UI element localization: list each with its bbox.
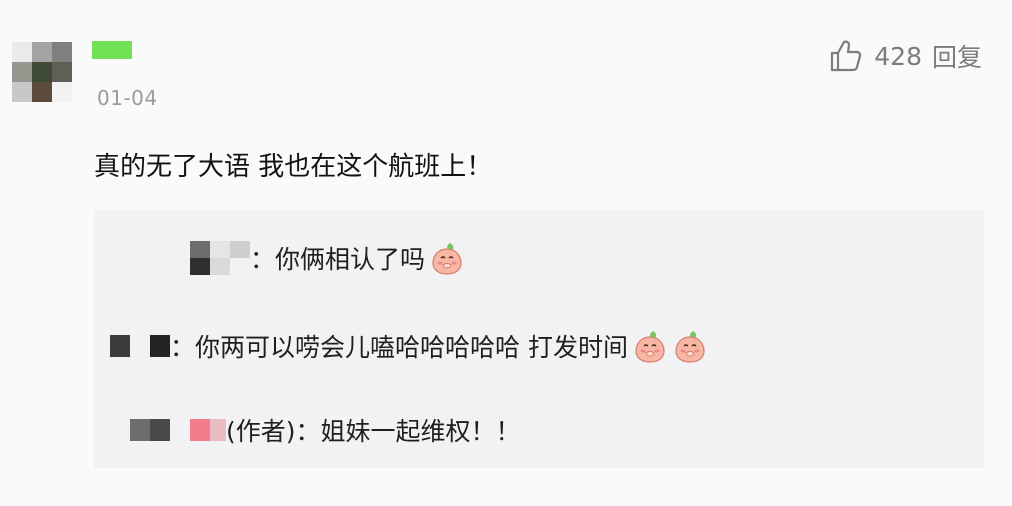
comment-date: 01-04 xyxy=(97,86,158,110)
reply-item[interactable]: (作者) ： 姐妹一起维权！！ xyxy=(130,412,521,448)
peach-cover-mouth-emoji xyxy=(432,243,462,275)
peach-cover-mouth-emoji xyxy=(635,331,665,363)
reply-separator: ： xyxy=(170,333,196,362)
like-count: 428 xyxy=(874,41,922,71)
reply-text: 你俩相认了吗 xyxy=(275,245,426,274)
like-reply-bar: 428 回复 xyxy=(828,36,982,76)
peach-cover-mouth-emoji xyxy=(675,331,705,363)
username-mosaic[interactable] xyxy=(92,41,132,59)
reply-separator: ： xyxy=(295,417,321,446)
avatar[interactable] xyxy=(12,42,72,102)
reply-text: 姐妹一起维权！！ xyxy=(320,417,521,446)
reply-item[interactable]: ： 你两可以唠会儿嗑哈哈哈哈哈 打发时间 xyxy=(110,328,708,364)
reply-separator: ： xyxy=(250,245,276,274)
reply-text: 你两可以唠会儿嗑哈哈哈哈哈 打发时间 xyxy=(195,333,628,362)
reply-thread[interactable]: ： 你俩相认了吗 ： 你两可以唠会儿嗑哈哈哈哈哈 打发时间 (作者) ： 姐妹一… xyxy=(94,210,984,468)
reply-username-mosaic[interactable] xyxy=(130,419,226,441)
reply-button[interactable]: 回复 xyxy=(932,38,982,74)
reply-username-mosaic[interactable] xyxy=(190,241,250,275)
author-tag: (作者) xyxy=(226,417,296,446)
thumbs-up-icon[interactable] xyxy=(828,38,864,74)
reply-item[interactable]: ： 你俩相认了吗 xyxy=(190,240,465,276)
reply-username-mosaic[interactable] xyxy=(110,335,170,357)
comment-text: 真的无了大语 我也在这个航班上！ xyxy=(94,152,493,182)
